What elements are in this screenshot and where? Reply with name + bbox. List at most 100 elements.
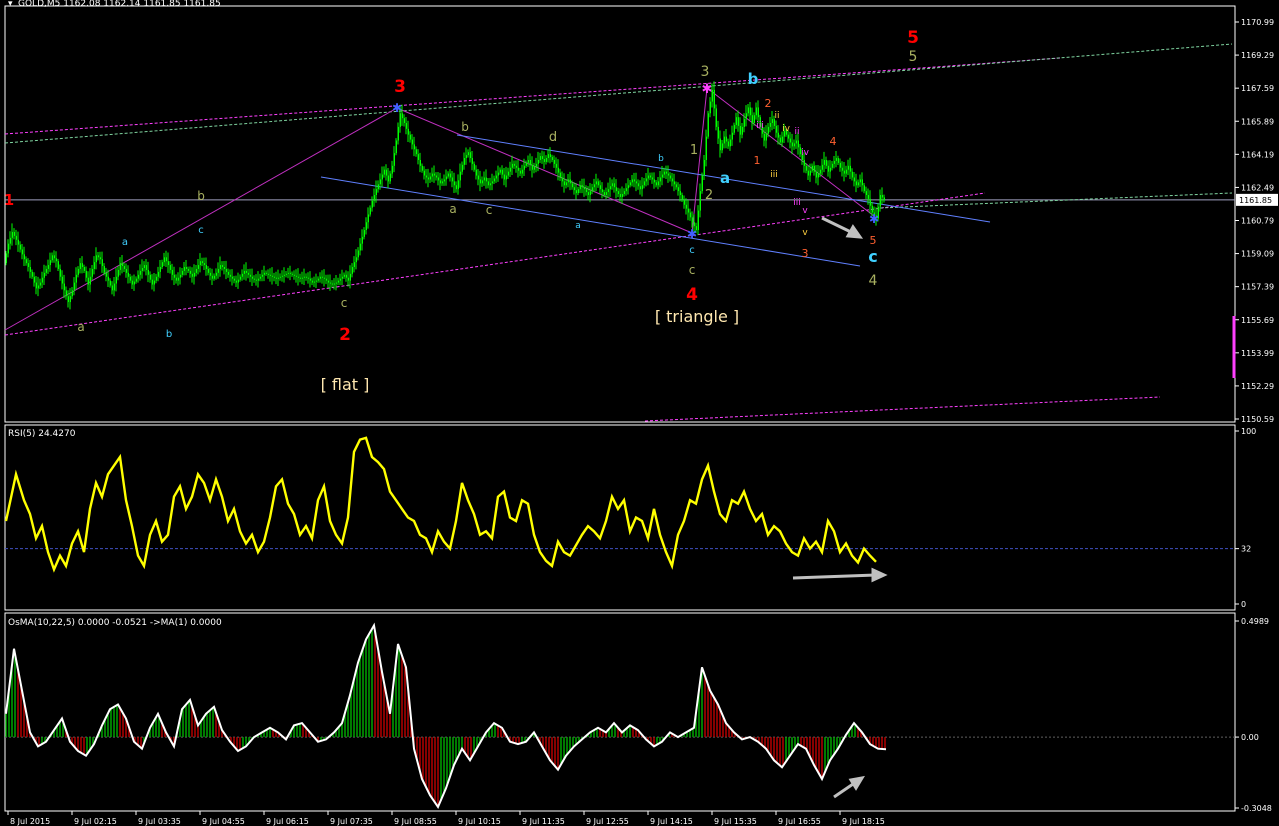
candle-body bbox=[513, 163, 515, 166]
candle-body bbox=[177, 277, 179, 281]
candle-body bbox=[779, 137, 781, 143]
candle-body bbox=[191, 273, 193, 277]
candle-body bbox=[797, 140, 799, 148]
price-tick-label: 1155.69 bbox=[1241, 316, 1274, 325]
wave-line-5b bbox=[706, 87, 875, 217]
candle-body bbox=[833, 160, 835, 164]
candle-body bbox=[355, 257, 357, 263]
candle-body bbox=[353, 262, 355, 268]
candle-body bbox=[597, 181, 599, 186]
wave-label-w3_b_cyan: b bbox=[748, 70, 759, 88]
candle-body bbox=[111, 285, 113, 291]
candle-body bbox=[243, 270, 245, 274]
candle-body bbox=[555, 163, 557, 168]
candle-body bbox=[579, 185, 581, 190]
candle-body bbox=[699, 191, 701, 211]
candle-body bbox=[51, 255, 53, 261]
candle-body bbox=[73, 282, 75, 291]
upper-green-channel bbox=[4, 43, 1233, 144]
candle-body bbox=[63, 283, 65, 291]
price-tick-label: 1167.59 bbox=[1241, 84, 1274, 93]
candle-body bbox=[539, 156, 541, 160]
candle-body bbox=[347, 277, 349, 281]
candle-body bbox=[285, 273, 287, 275]
candle-body bbox=[65, 290, 67, 297]
candle-body bbox=[571, 183, 573, 188]
candle-body bbox=[851, 171, 853, 178]
candle-body bbox=[213, 275, 215, 279]
candle-body bbox=[691, 217, 693, 223]
candle-body bbox=[123, 266, 125, 269]
candle-body bbox=[775, 125, 777, 133]
candle-body bbox=[861, 179, 863, 186]
candle-body bbox=[859, 179, 861, 183]
wave-label-sub_a3: a bbox=[575, 221, 581, 231]
osma-tick-label: 0.4989 bbox=[1241, 617, 1269, 626]
candle-body bbox=[313, 281, 315, 283]
candle-body bbox=[755, 107, 757, 116]
candle-body bbox=[131, 280, 133, 285]
candle-body bbox=[87, 277, 89, 285]
rsi-arrowhead-icon bbox=[871, 567, 888, 583]
wave-label-sub_b2: b bbox=[166, 329, 172, 340]
candle-body bbox=[55, 258, 57, 262]
price-arrowhead-icon bbox=[845, 224, 864, 239]
wave-label-r5: 5 bbox=[870, 234, 877, 247]
candle-body bbox=[301, 277, 303, 279]
candle-body bbox=[655, 182, 657, 186]
candle-body bbox=[309, 278, 311, 281]
candle-body bbox=[573, 187, 575, 191]
candle-body bbox=[175, 277, 177, 281]
wave-label-r4: 4 bbox=[830, 135, 837, 148]
candle-body bbox=[437, 177, 439, 181]
pivot-star-icon: ✱ bbox=[702, 82, 713, 97]
candle-body bbox=[821, 164, 823, 170]
candle-body bbox=[737, 117, 739, 126]
candle-body bbox=[91, 268, 93, 277]
candle-body bbox=[367, 214, 369, 223]
candle-body bbox=[237, 279, 239, 283]
osma-arrowhead-icon bbox=[848, 775, 865, 791]
candle-body bbox=[333, 283, 335, 285]
candle-body bbox=[507, 171, 509, 176]
candle-body bbox=[719, 138, 721, 151]
candle-body bbox=[453, 181, 455, 186]
wave-label-wave5_olive: 5 bbox=[909, 49, 918, 65]
candle-body bbox=[631, 179, 633, 183]
candle-body bbox=[679, 191, 681, 196]
candle-body bbox=[531, 164, 533, 170]
candle-body bbox=[207, 268, 209, 273]
wave-label-w4_olive: 4 bbox=[869, 273, 878, 289]
candle-body bbox=[439, 180, 441, 184]
candle-body bbox=[787, 134, 789, 139]
candle-body bbox=[271, 275, 273, 277]
candle-body bbox=[537, 159, 539, 164]
candle-body bbox=[863, 185, 865, 192]
candle-body bbox=[819, 169, 821, 174]
candle-body bbox=[101, 259, 103, 267]
candle-body bbox=[315, 280, 317, 282]
candle-body bbox=[835, 158, 837, 161]
candle-body bbox=[649, 175, 651, 178]
candle-body bbox=[83, 267, 85, 271]
candle-body bbox=[621, 194, 623, 197]
candle-body bbox=[343, 274, 345, 277]
candle-body bbox=[707, 113, 709, 137]
candle-body bbox=[593, 184, 595, 188]
candle-body bbox=[657, 181, 659, 186]
wave-label-tri_c_small: c bbox=[689, 263, 696, 277]
candle-body bbox=[749, 107, 751, 116]
candle-body bbox=[85, 270, 87, 278]
candle-body bbox=[303, 276, 305, 278]
chart-menu-icon[interactable]: ▾ bbox=[8, 0, 13, 9]
candle-body bbox=[197, 265, 199, 269]
candle-body bbox=[283, 274, 285, 276]
candle-body bbox=[503, 174, 505, 180]
time-axis: 8 Jul 2015 9 Jul 02:15 9 Jul 03:35 9 Jul 04… bbox=[7, 811, 885, 826]
candle-body bbox=[29, 267, 31, 272]
candle-body bbox=[741, 126, 743, 135]
candle-body bbox=[407, 128, 409, 135]
candle-body bbox=[677, 187, 679, 192]
candle-body bbox=[813, 165, 815, 172]
candle-body bbox=[199, 261, 201, 266]
